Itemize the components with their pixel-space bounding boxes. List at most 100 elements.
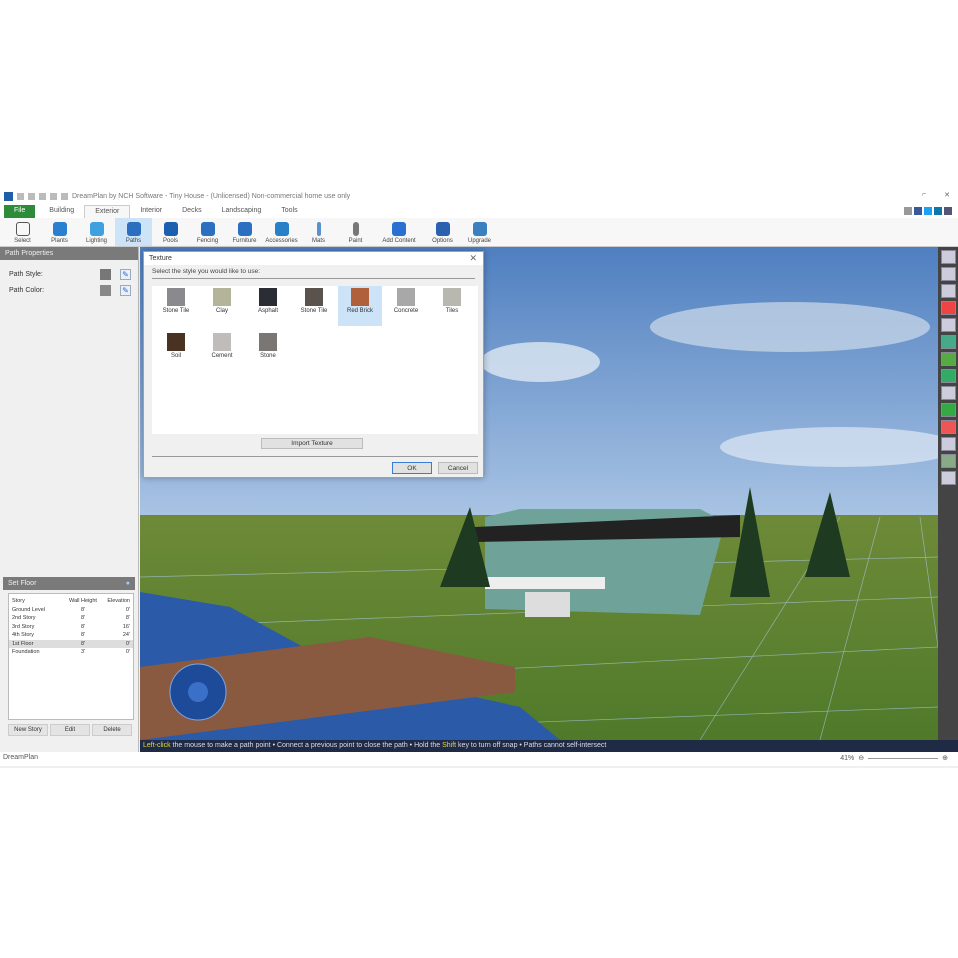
floor-row[interactable]: 3rd Story 8' 16' — [9, 623, 133, 632]
texture-item[interactable]: Red Brick — [338, 286, 382, 326]
floor-cell: 0' — [125, 640, 130, 647]
tab-exterior[interactable]: Exterior — [84, 205, 131, 218]
plants-button[interactable]: Plants — [41, 218, 78, 246]
floors-table-header: Story Wall Height Elevation — [9, 597, 133, 606]
color-icon[interactable] — [940, 369, 956, 383]
floor-row[interactable]: 2nd Story 8' 8' — [9, 614, 133, 623]
grid-icon[interactable] — [940, 437, 956, 451]
undo-icon[interactable] — [39, 192, 46, 200]
label: Accessories — [265, 238, 298, 244]
orbit-icon[interactable] — [940, 284, 956, 298]
zoom-in-icon[interactable]: ⊕ — [942, 754, 948, 762]
floor-row[interactable]: Foundation 3' 0' — [9, 648, 133, 657]
pin-icon[interactable]: ● — [126, 580, 130, 587]
label: Lighting — [85, 238, 108, 244]
settings-icon[interactable] — [940, 454, 956, 468]
add-content-button[interactable]: Add Content — [374, 218, 424, 246]
paint-button[interactable]: Paint — [337, 218, 374, 246]
fence-icon — [200, 222, 215, 236]
print-icon[interactable] — [17, 192, 24, 200]
label: Paint — [348, 238, 363, 244]
fencing-button[interactable]: Fencing — [189, 218, 226, 246]
lighting-button[interactable]: Lighting — [78, 218, 115, 246]
hand-icon[interactable] — [940, 250, 956, 264]
texture-item[interactable]: Tiles — [430, 286, 474, 326]
delete-icon[interactable] — [61, 192, 68, 200]
edit-button[interactable]: Edit — [50, 724, 90, 736]
eyedropper-icon[interactable]: ✎ — [120, 284, 131, 296]
options-icon — [435, 222, 450, 236]
mats-button[interactable]: Mats — [300, 218, 337, 246]
tab-file[interactable]: File — [4, 205, 36, 218]
texture-item[interactable]: Stone Tile — [154, 286, 198, 326]
plant-icon — [52, 222, 67, 236]
floor-cell: 4th Story — [12, 632, 35, 639]
pools-button[interactable]: Pools — [152, 218, 189, 246]
texture-item[interactable]: Stone — [246, 331, 290, 371]
zoom-slider[interactable] — [868, 757, 939, 759]
facebook-icon[interactable] — [914, 207, 922, 215]
import-texture-button[interactable]: Import Texture — [261, 438, 363, 449]
texture-label: Red Brick — [346, 308, 373, 314]
redo-icon[interactable] — [50, 192, 57, 200]
cancel-button[interactable]: Cancel — [438, 462, 478, 474]
twitter-icon[interactable] — [924, 207, 932, 215]
minimize-icon[interactable]: ⌐ — [922, 191, 926, 199]
options-button[interactable]: Options — [424, 218, 461, 246]
tab-interior[interactable]: Interior — [130, 205, 172, 218]
tab-decks[interactable]: Decks — [172, 205, 211, 218]
window-title: DreamPlan by NCH Software - Tiny House -… — [72, 192, 351, 200]
nav-center[interactable] — [188, 682, 208, 702]
delete-icon[interactable] — [940, 301, 956, 315]
texture-item[interactable]: Cement — [200, 331, 244, 371]
furniture-button[interactable]: Furniture — [226, 218, 263, 246]
accessories-button[interactable]: Accessories — [263, 218, 300, 246]
landscape-icon[interactable] — [940, 352, 956, 366]
texture-swatch — [305, 288, 323, 306]
floor-cell: 2nd Story — [12, 615, 36, 622]
texture-item[interactable]: Clay — [200, 286, 244, 326]
rotate-icon[interactable] — [940, 267, 956, 281]
close-icon[interactable]: ✕ — [469, 253, 477, 264]
path-color-swatch[interactable] — [100, 284, 111, 296]
save-icon[interactable] — [28, 192, 35, 200]
texture-item[interactable]: Stone Tile — [292, 286, 336, 326]
linkedin-icon[interactable] — [934, 207, 942, 215]
close-icon[interactable]: ✕ — [944, 191, 950, 199]
label: Furniture — [232, 238, 257, 244]
add-content-icon — [392, 222, 406, 236]
like-icon[interactable] — [904, 207, 912, 215]
terrain-icon[interactable] — [940, 335, 956, 349]
zoom-out-icon[interactable]: ⊖ — [858, 754, 864, 762]
tab-tools[interactable]: Tools — [271, 205, 307, 218]
zoom-level[interactable]: 41% — [840, 755, 854, 762]
delete-button[interactable]: Delete — [92, 724, 132, 736]
texture-item[interactable]: Concrete — [384, 286, 428, 326]
eyedropper-icon[interactable]: ✎ — [120, 268, 131, 280]
right-toolbar — [938, 247, 958, 740]
tab-building[interactable]: Building — [39, 205, 84, 218]
paths-button[interactable]: Paths — [115, 218, 152, 246]
new-story-button[interactable]: New Story — [8, 724, 48, 736]
floor-cell: 8' — [80, 606, 86, 613]
floor-row[interactable]: 1st Floor 8' 0' — [9, 639, 133, 648]
upgrade-button[interactable]: Upgrade — [461, 218, 498, 246]
floor-row[interactable]: Ground Level 8' 0' — [9, 606, 133, 615]
copy-icon[interactable] — [940, 318, 956, 332]
select-button[interactable]: Select — [4, 218, 41, 246]
label: Options — [432, 238, 453, 244]
ok-button[interactable]: OK — [392, 462, 432, 474]
texture-grid: Stone Tile Clay Asphalt Stone Tile Red Brick… — [152, 286, 478, 434]
align-icon[interactable] — [940, 386, 956, 400]
tab-landscaping[interactable]: Landscaping — [212, 205, 272, 218]
floor-cell: 8' — [80, 640, 86, 647]
help-icon[interactable] — [944, 207, 952, 215]
floor-row[interactable]: 4th Story 8' 24' — [9, 631, 133, 640]
chart-icon[interactable] — [940, 403, 956, 417]
measure-icon[interactable] — [940, 471, 956, 485]
magnet-icon[interactable] — [940, 420, 956, 434]
texture-item[interactable]: Soil — [154, 331, 198, 371]
path-style-swatch[interactable] — [100, 268, 111, 280]
texture-item[interactable]: Asphalt — [246, 286, 290, 326]
floor-cell: Foundation — [12, 649, 40, 656]
